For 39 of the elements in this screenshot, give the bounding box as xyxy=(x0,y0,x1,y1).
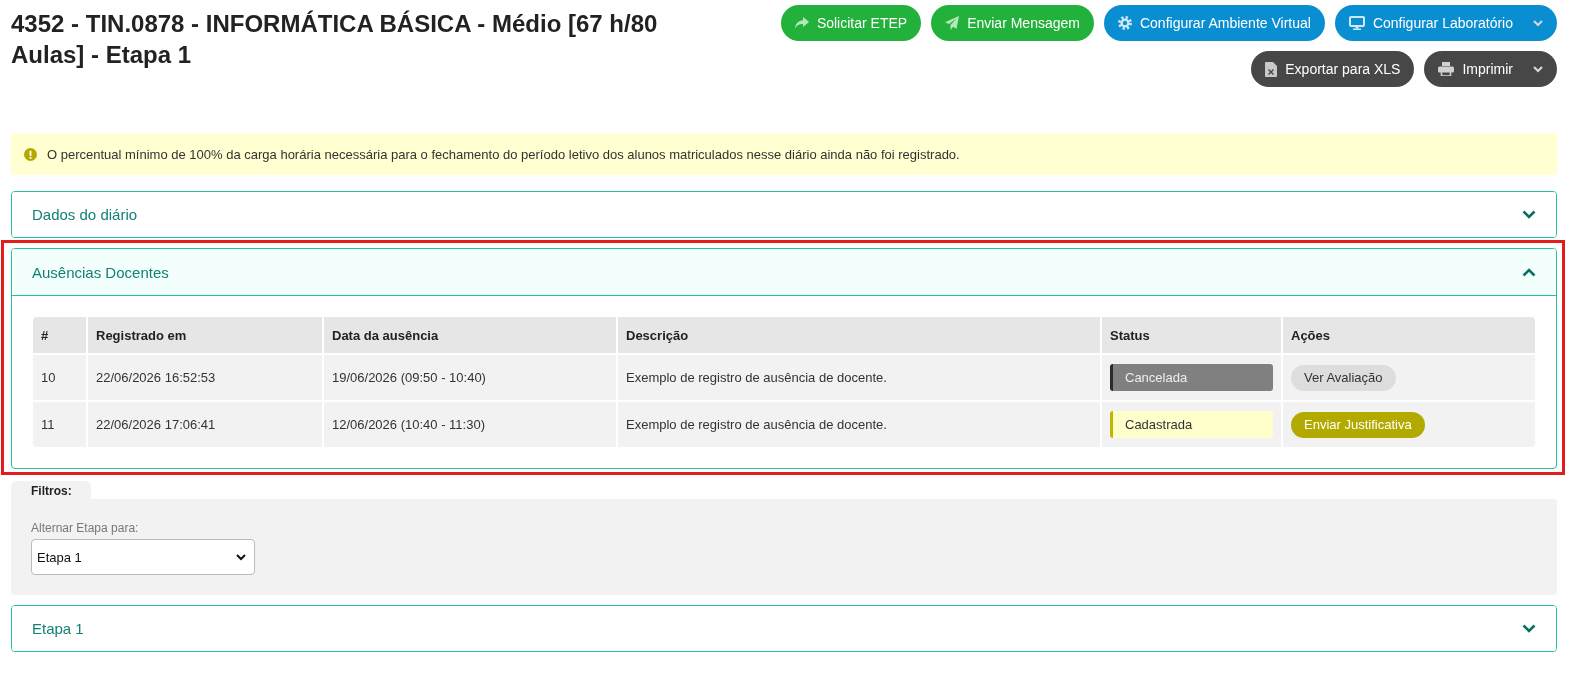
status-badge: Cancelada xyxy=(1110,364,1273,391)
paper-plane-icon xyxy=(945,16,960,30)
field-label: Alternar Etapa para: xyxy=(31,521,139,535)
accordion-header[interactable]: Etapa 1 xyxy=(12,606,1556,651)
table-header-cell: Status xyxy=(1102,317,1283,355)
table-cell: 11 xyxy=(33,402,88,447)
caret-icon xyxy=(236,553,246,561)
toolbar-button[interactable]: Configurar Laboratório xyxy=(1334,5,1557,41)
accordion-header[interactable]: Dados do diário xyxy=(12,192,1556,237)
toolbar-button[interactable]: Solicitar ETEP xyxy=(780,5,922,41)
table-cell: 22/06/2026 17:06:41 xyxy=(88,402,324,447)
toolbar-button[interactable]: Configurar Ambiente Virtual xyxy=(1103,5,1325,41)
gear-icon xyxy=(1117,16,1132,30)
status-badge: Cadastrada xyxy=(1110,411,1273,438)
table-cell: 19/06/2026 (09:50 - 10:40) xyxy=(324,355,618,402)
table-cell: Exemplo de registro de ausência de docente. xyxy=(618,402,1102,447)
printer-icon xyxy=(1438,62,1455,76)
stage-select[interactable]: Etapa 1 xyxy=(31,539,255,575)
table-cell: 10 xyxy=(33,355,88,402)
share-arrow-icon xyxy=(794,17,809,29)
spreadsheet-file-icon xyxy=(1265,61,1278,77)
table-header-cell: Descrição xyxy=(618,317,1102,355)
alert-message: O percentual mínimo de 100% da carga horária necessária para o fechamento do período letivo dos alunos matriculados nesse diário ainda não foi registrado. xyxy=(47,146,960,162)
table-cell: 12/06/2026 (10:40 - 11:30) xyxy=(324,402,618,447)
accordion-header[interactable]: Ausências Docentes xyxy=(12,249,1556,296)
row-action-button[interactable]: Ver Avaliação xyxy=(1291,364,1396,391)
table-cell: Exemplo de registro de ausência de docente. xyxy=(618,355,1102,402)
page-title: 4352 - TIN.0878 - INFORMÁTICA BÁSICA - Médio [67 h/80 Aulas] - Etapa 1 xyxy=(11,9,659,70)
table-header-cell: Ações xyxy=(1283,317,1535,355)
toolbar-button[interactable]: Enviar Mensagem xyxy=(931,5,1094,41)
table-cell: 22/06/2026 16:52:53 xyxy=(88,355,324,402)
filters-heading: Filtros: xyxy=(11,481,91,499)
table-header-cell: Data da ausência xyxy=(324,317,618,355)
table-header-cell: # xyxy=(33,317,88,355)
toolbar-button[interactable]: Imprimir xyxy=(1424,51,1557,87)
toolbar-button[interactable]: Exportar para XLS xyxy=(1251,51,1415,87)
exclamation-icon xyxy=(24,147,37,161)
table-header-cell: Registrado em xyxy=(88,317,324,355)
monitor-icon xyxy=(1348,16,1365,30)
